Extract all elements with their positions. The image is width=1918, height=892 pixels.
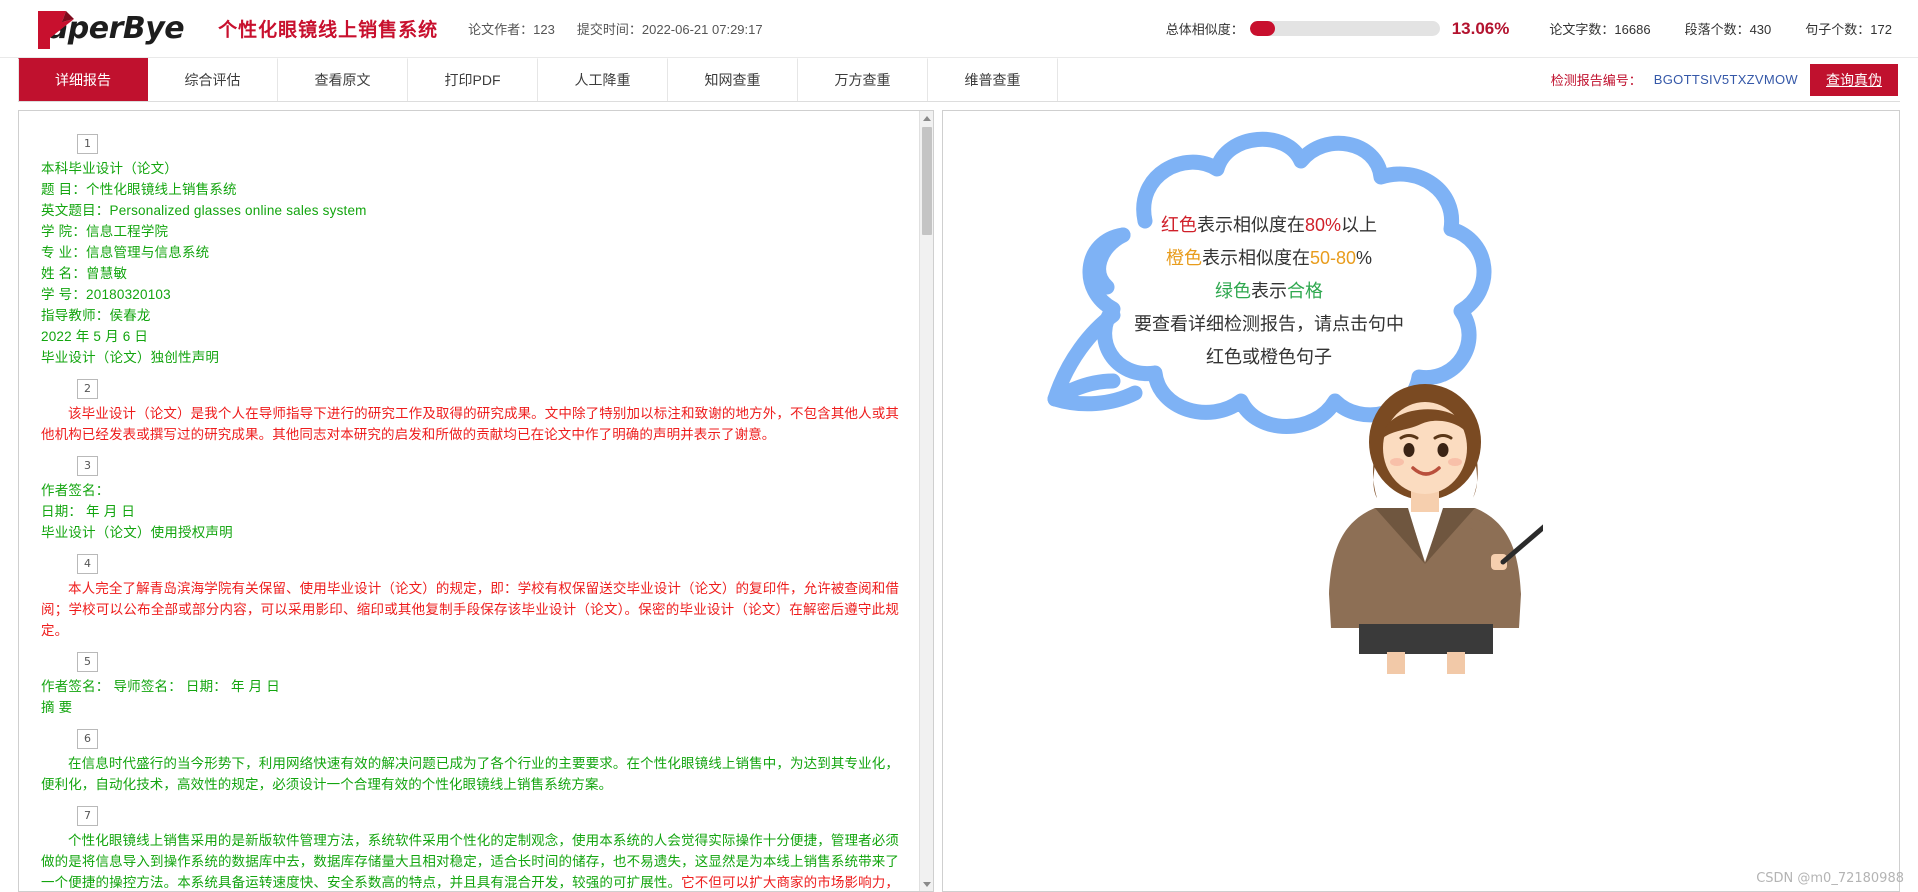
paragraph-text[interactable]: 该毕业设计（论文）是我个人在导师指导下进行的研究工作及取得的研究成果。文中除了特… [41, 403, 899, 445]
document-paragraph[interactable]: 7 个性化眼镜线上销售采用的是新版软件管理方法，系统软件采用个性化的定制观念，使用… [41, 797, 899, 891]
paper-author-meta: 论文作者：123 [468, 19, 555, 38]
app-root: aperBye 个性化眼镜线上销售系统 论文作者：123 提交时间：2022-0… [0, 0, 1918, 892]
legend-line-red: 红色表示相似度在80%以上 [1089, 209, 1449, 242]
document-panel: 1 本科毕业设计（论文）题 目：个性化眼镜线上销售系统 英文题目：Personali… [18, 110, 934, 892]
tab-view-original[interactable]: 查看原文 [278, 58, 408, 101]
tab-manual-reduction[interactable]: 人工降重 [538, 58, 668, 101]
report-number-label: 检测报告编号： [1550, 73, 1642, 88]
tab-overall-evaluation[interactable]: 综合评估 [148, 58, 278, 101]
paragraph-number: 5 [77, 652, 98, 672]
report-number-value: BGOTTSIV5TXZVMOW [1653, 72, 1798, 87]
paragraph-line[interactable]: 作者签名： [41, 480, 899, 501]
document-scrollbar[interactable] [919, 111, 933, 891]
legend-red-end: 以上 [1341, 215, 1378, 235]
paragraph-number: 2 [77, 379, 98, 399]
paragraph-number: 1 [77, 134, 98, 154]
legend-line-orange: 橙色表示相似度在50-80% [1089, 242, 1449, 275]
page-title: 个性化眼镜线上销售系统 [218, 20, 439, 41]
paragraph-number: 6 [77, 729, 98, 749]
legend-line-instruction-1: 要查看详细检测报告，请点击句中 [1134, 314, 1404, 334]
legend-orange-mid: 表示相似度在 [1201, 248, 1310, 268]
tabbar-right-actions: 检测报告编号： BGOTTSIV5TXZVMOW 查询真伪 [1551, 58, 1900, 101]
tab-cnki-check[interactable]: 知网查重 [668, 58, 798, 101]
submit-time-meta: 提交时间：2022-06-21 07:29:17 [577, 19, 763, 38]
legend-text: 红色表示相似度在80%以上 橙色表示相似度在50-80% 绿色表示合格 要查看详… [1089, 209, 1449, 374]
header-stats: 总体相似度： 13.06% 论文字数：16686 段落个数：430 句子个数：1… [1166, 19, 1900, 39]
paragraph-line[interactable]: 专 业：信息管理与信息系统 [41, 242, 899, 263]
paragraph-number: 4 [77, 554, 98, 574]
legend-red-word: 红色 [1160, 215, 1197, 235]
paragraph-line[interactable]: 毕业设计（论文）独创性声明 [41, 347, 899, 368]
tab-print-pdf[interactable]: 打印PDF [408, 58, 538, 101]
paragraph-text[interactable]: 本人完全了解青岛滨海学院有关保留、使用毕业设计（论文）的规定，即：学校有权保留送… [41, 578, 899, 641]
stat-word-count-value: 16686 [1614, 22, 1651, 37]
legend-orange-threshold: 50-80 [1309, 248, 1357, 268]
teacher-avatar-icon [1329, 384, 1548, 674]
watermark: CSDN @m0_72180988 [1756, 871, 1904, 886]
tab-vip-check[interactable]: 维普查重 [928, 58, 1058, 101]
stat-sentence-count-label: 句子个数： [1805, 22, 1871, 37]
legend-orange-word: 橙色 [1165, 248, 1202, 268]
paragraph-text[interactable]: 个性化眼镜线上销售采用的是新版软件管理方法，系统软件采用个性化的定制观念，使用本… [41, 830, 899, 891]
legend-green-pass: 合格 [1287, 281, 1323, 301]
app-header: aperBye 个性化眼镜线上销售系统 论文作者：123 提交时间：2022-0… [0, 0, 1918, 58]
stat-paragraph-count-label: 段落个数： [1684, 22, 1750, 37]
paragraph-number: 3 [77, 456, 98, 476]
paragraph-line[interactable]: 作者签名： 导师签名： 日期： 年 月 日 [41, 676, 899, 697]
paragraph-line[interactable]: 学 院：信息工程学院 [41, 221, 899, 242]
brand-logo[interactable]: aperBye [32, 8, 185, 50]
document-paragraph[interactable]: 4 本人完全了解青岛滨海学院有关保留、使用毕业设计（论文）的规定，即：学校有权保留… [41, 545, 899, 641]
legend-red-threshold: 80% [1304, 215, 1342, 235]
document-paragraph[interactable]: 2 该毕业设计（论文）是我个人在导师指导下进行的研究工作及取得的研究成果。文中除了… [41, 370, 899, 445]
paper-author-label: 论文作者： [468, 22, 534, 37]
paragraph-line[interactable]: 英文题目：Personalized glasses online sales s… [41, 200, 899, 221]
similarity-label: 总体相似度： [1165, 22, 1244, 37]
paragraph-line[interactable]: 本科毕业设计（论文） [41, 158, 899, 179]
stat-sentence-count: 句子个数：172 [1805, 19, 1892, 38]
legend-line-green: 绿色表示合格 [1089, 275, 1449, 308]
tab-wanfang-check[interactable]: 万方查重 [798, 58, 928, 101]
legend-line-instruction-2: 红色或橙色句子 [1206, 347, 1332, 367]
document-paragraph[interactable]: 1 本科毕业设计（论文）题 目：个性化眼镜线上销售系统 英文题目：Personali… [41, 125, 899, 368]
stat-sentence-count-value: 172 [1870, 22, 1892, 37]
paragraph-line[interactable]: 姓 名：曾慧敏 [41, 263, 899, 284]
legend-red-mid: 表示相似度在 [1196, 215, 1305, 235]
paragraph-line[interactable]: 指导教师：侯春龙 [41, 305, 899, 326]
document-paragraph[interactable]: 5 作者签名： 导师签名： 日期： 年 月 日摘 要 [41, 643, 899, 718]
similarity-progress-bar [1249, 21, 1440, 36]
legend-green-mid: 表示 [1251, 281, 1287, 301]
paragraph-line[interactable]: 2022 年 5 月 6 日 [41, 326, 899, 347]
paragraph-text[interactable]: 在信息时代盛行的当今形势下，利用网络快速有效的解决问题已成为了各个行业的主要要求… [41, 753, 899, 795]
paper-author-value: 123 [533, 22, 555, 37]
paragraph-line[interactable]: 毕业设计（论文）使用授权声明 [41, 522, 899, 543]
paragraph-line[interactable]: 题 目：个性化眼镜线上销售系统 [41, 179, 899, 200]
verify-authenticity-button[interactable]: 查询真伪 [1810, 63, 1898, 96]
stat-word-count: 论文字数：16686 [1549, 19, 1650, 38]
scroll-down-arrow-icon[interactable] [920, 877, 933, 891]
legend-orange-end: % [1356, 248, 1373, 268]
submit-time-value: 2022-06-21 07:29:17 [641, 22, 763, 37]
paragraph-number: 7 [77, 806, 98, 826]
similarity-value: 13.06% [1451, 18, 1510, 38]
scrollbar-thumb[interactable] [922, 127, 932, 235]
paperbye-flag-icon [32, 8, 78, 50]
stat-word-count-label: 论文字数： [1549, 22, 1615, 37]
document-text-container: 1 本科毕业设计（论文）题 目：个性化眼镜线上销售系统 英文题目：Personali… [19, 111, 919, 891]
main-tabbar: 详细报告 综合评估 查看原文 打印PDF 人工降重 知网查重 万方查重 维普查重… [18, 58, 1900, 102]
document-paragraph[interactable]: 3 作者签名： 日期： 年 月 日毕业设计（论文）使用授权声明 [41, 447, 899, 543]
content-area: 1 本科毕业设计（论文）题 目：个性化眼镜线上销售系统 英文题目：Personali… [18, 110, 1900, 892]
paragraph-line[interactable]: 日期： 年 月 日 [41, 501, 899, 522]
stat-paragraph-count: 段落个数：430 [1685, 19, 1772, 38]
paragraph-line[interactable]: 学 号：20180320103 [41, 284, 899, 305]
document-paragraph[interactable]: 6 在信息时代盛行的当今形势下，利用网络快速有效的解决问题已成为了各个行业的主要要… [41, 720, 899, 795]
paragraph-line[interactable]: 摘 要 [41, 697, 899, 718]
teacher-illustration [1313, 376, 1548, 676]
stat-paragraph-count-value: 430 [1749, 22, 1772, 37]
tab-detailed-report[interactable]: 详细报告 [18, 58, 148, 101]
scroll-up-arrow-icon[interactable] [920, 111, 933, 125]
legend-green-word: 绿色 [1215, 281, 1251, 301]
submit-time-label: 提交时间： [576, 22, 642, 37]
similarity-progress-fill [1249, 21, 1275, 36]
legend-panel: 红色表示相似度在80%以上 橙色表示相似度在50-80% 绿色表示合格 要查看详… [942, 110, 1900, 892]
